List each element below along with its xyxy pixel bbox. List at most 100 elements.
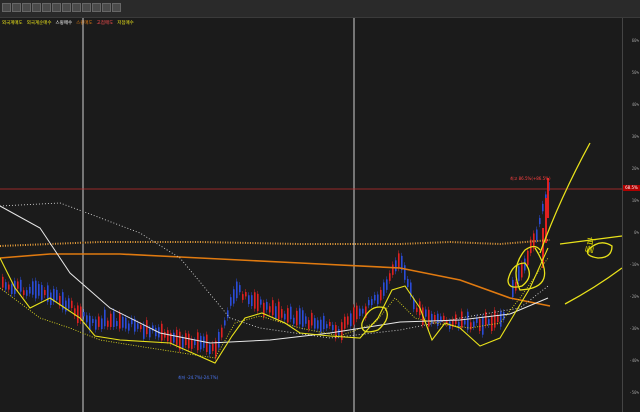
- candle: [173, 332, 175, 343]
- candle: [197, 332, 199, 351]
- candle: [299, 308, 301, 325]
- candle: [467, 311, 469, 330]
- arrow-left-icon[interactable]: [82, 3, 91, 12]
- candle: [425, 309, 427, 317]
- candle: [71, 300, 73, 309]
- candle: [233, 289, 235, 304]
- candle: [2, 276, 4, 288]
- candle: [149, 328, 151, 338]
- price-tick: -30%: [629, 326, 639, 331]
- bar-icon[interactable]: [32, 3, 41, 12]
- candle: [251, 295, 253, 307]
- current-price-tag: 68.5%: [623, 185, 640, 191]
- candle: [437, 313, 439, 326]
- price-tick: -20%: [629, 294, 639, 299]
- candle: [392, 264, 394, 275]
- candle: [257, 293, 259, 312]
- candle-icon[interactable]: [22, 3, 31, 12]
- scroll-icon[interactable]: [102, 3, 111, 12]
- candle: [320, 319, 322, 332]
- candle: [95, 319, 97, 330]
- candle: [290, 306, 292, 320]
- candle: [248, 295, 250, 305]
- candle: [326, 324, 328, 329]
- candle: [170, 332, 172, 344]
- candle: [89, 315, 91, 331]
- candle: [383, 282, 385, 296]
- candle: [206, 334, 208, 352]
- zoom-out-icon[interactable]: [52, 3, 61, 12]
- candle: [380, 289, 382, 301]
- candle: [356, 305, 358, 320]
- candle: [101, 318, 103, 330]
- candle: [35, 280, 37, 299]
- low-price-note: 최저 -24.7%(-24.7%): [178, 375, 219, 380]
- candle: [245, 292, 247, 297]
- candle: [140, 325, 142, 330]
- candle: [119, 312, 121, 329]
- candle: [263, 302, 265, 317]
- candle: [539, 218, 541, 225]
- candle: [547, 178, 549, 218]
- candle: [224, 320, 226, 326]
- candle: [182, 337, 184, 348]
- grid-icon[interactable]: [2, 3, 11, 12]
- marker-line-drawing: [564, 267, 622, 305]
- candle: [44, 290, 46, 296]
- ma-white: [0, 205, 549, 344]
- candle: [164, 331, 166, 338]
- candle: [488, 319, 490, 325]
- price-tick: 40%: [631, 102, 639, 107]
- candle: [338, 329, 340, 336]
- price-tick: -40%: [629, 358, 639, 363]
- candle: [377, 294, 379, 305]
- cursor-icon[interactable]: [62, 3, 71, 12]
- candle: [23, 290, 25, 295]
- candle: [155, 327, 157, 337]
- price-tick: 30%: [631, 134, 639, 139]
- candle: [83, 312, 85, 317]
- candle: [122, 316, 124, 328]
- candle: [272, 300, 274, 316]
- toolbar: [0, 0, 640, 18]
- price-tick: 20%: [631, 166, 639, 171]
- crosshair-icon[interactable]: [72, 3, 81, 12]
- candle: [137, 323, 139, 329]
- zoom-in-icon[interactable]: [42, 3, 51, 12]
- candle: [29, 286, 31, 294]
- candle: [113, 311, 115, 327]
- candle: [404, 265, 406, 280]
- candle: [542, 203, 544, 212]
- candle: [389, 273, 391, 281]
- candle: [200, 335, 202, 350]
- candle: [260, 299, 262, 305]
- candle: [494, 310, 496, 328]
- candle: [11, 284, 13, 294]
- candle: [125, 317, 127, 329]
- candle: [275, 306, 277, 319]
- settings-icon[interactable]: [112, 3, 121, 12]
- candle: [353, 307, 355, 325]
- candle: [347, 316, 349, 325]
- line-icon[interactable]: [12, 3, 21, 12]
- candle: [302, 310, 304, 327]
- candle: [17, 281, 19, 289]
- ma-dotted-yellow: [0, 257, 549, 359]
- candle: [92, 318, 94, 323]
- candle: [38, 284, 40, 296]
- candle: [317, 320, 319, 329]
- candle: [314, 318, 316, 329]
- candle: [269, 306, 271, 313]
- candle: [416, 307, 418, 312]
- candle: [110, 313, 112, 327]
- price-tick: -10%: [629, 262, 639, 267]
- candle: [227, 310, 229, 318]
- arrow-right-icon[interactable]: [92, 3, 101, 12]
- candle: [293, 317, 295, 324]
- candle: [362, 308, 364, 314]
- candle: [128, 323, 130, 331]
- candle: [161, 323, 163, 341]
- candle: [20, 279, 22, 292]
- price-chart[interactable]: [0, 18, 622, 412]
- candle: [311, 312, 313, 326]
